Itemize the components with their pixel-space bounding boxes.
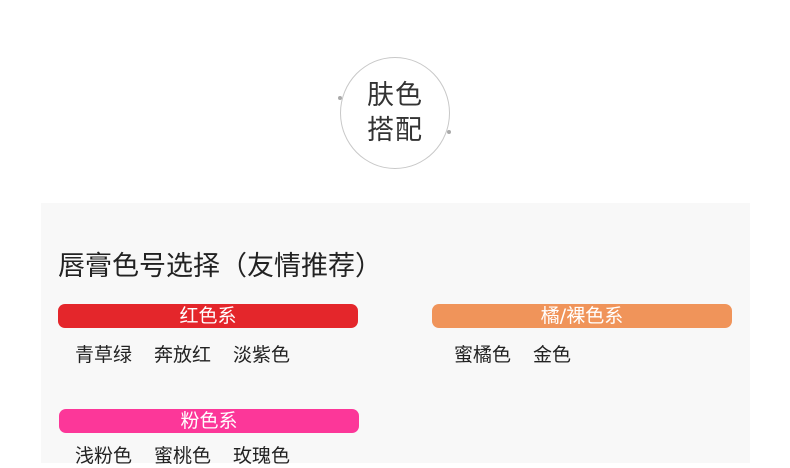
section-title: 唇膏色号选择（友情推荐）	[58, 251, 382, 282]
list-item: 青草绿	[75, 344, 133, 366]
group-items-red: 青草绿 奔放红 淡紫色	[75, 340, 312, 367]
badge-text: 肤色 搭配	[340, 78, 450, 148]
list-item: 奔放红	[154, 344, 212, 366]
group-items-orange: 蜜橘色 金色	[454, 340, 593, 367]
list-item: 淡紫色	[233, 344, 291, 366]
list-item: 蜜橘色	[454, 344, 512, 366]
badge-line-2: 搭配	[367, 115, 423, 146]
group-items-pink: 浅粉色 蜜桃色 玫瑰色	[75, 441, 312, 468]
list-item: 玫瑰色	[233, 445, 291, 467]
badge-line-1: 肤色	[367, 80, 423, 111]
list-item: 浅粉色	[75, 445, 133, 467]
group-label-orange: 橘/裸色系	[432, 304, 732, 328]
group-label-pink: 粉色系	[59, 409, 359, 433]
list-item: 蜜桃色	[154, 445, 212, 467]
list-item: 金色	[533, 344, 572, 366]
group-label-red: 红色系	[58, 304, 358, 328]
